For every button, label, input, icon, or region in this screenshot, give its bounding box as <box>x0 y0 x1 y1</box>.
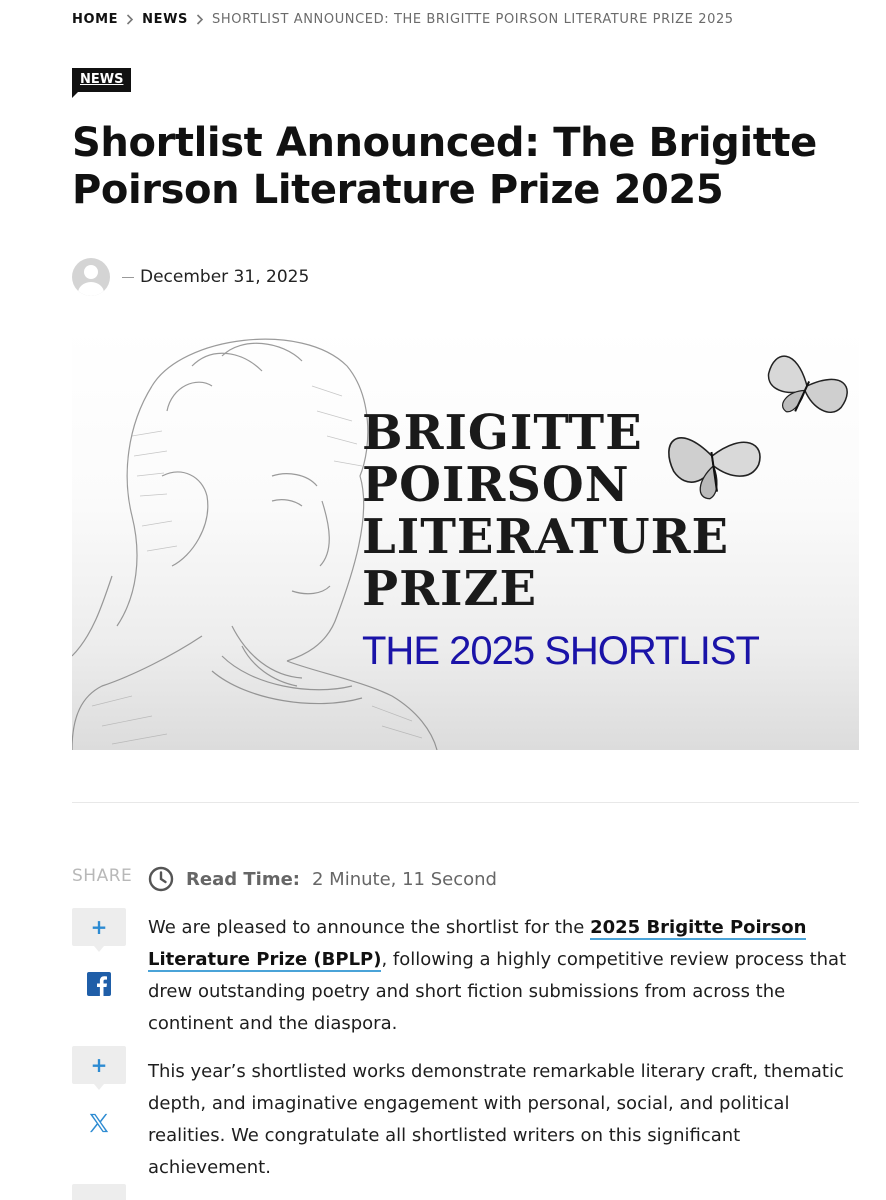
author-avatar[interactable] <box>72 258 110 296</box>
share-more-button[interactable]: + <box>72 1046 126 1090</box>
breadcrumb-home-link[interactable]: HOME <box>72 12 118 27</box>
post-meta: December 31, 2025 <box>72 258 309 296</box>
share-more-button[interactable]: + <box>72 908 126 952</box>
read-time: Read Time: 2 Minute, 11 Second <box>148 866 497 892</box>
article-paragraph: This year’s shortlisted works demonstrat… <box>148 1061 844 1178</box>
hero-title-line-2: POIRSON <box>362 457 630 513</box>
category-badge[interactable]: NEWS <box>72 68 132 98</box>
x-icon[interactable] <box>88 1112 110 1134</box>
share-label: SHARE <box>72 866 133 886</box>
paragraph-text: We are pleased to announce the shortlist… <box>148 917 591 938</box>
read-time-value: 2 Minute, 11 Second <box>311 868 497 890</box>
article-paragraph: We are pleased to announce the shortlist… <box>148 912 853 1040</box>
chevron-right-icon <box>196 14 204 25</box>
breadcrumb: HOME NEWS SHORTLIST ANNOUNCED: THE BRIGI… <box>72 12 734 27</box>
breadcrumb-news-link[interactable]: NEWS <box>142 12 188 27</box>
read-time-label: Read Time: <box>186 868 300 890</box>
divider <box>72 802 859 803</box>
butterfly-icon <box>767 355 848 413</box>
butterfly-icon <box>668 437 761 500</box>
featured-image: BRIGITTE POIRSON LITERATURE PRIZE THE 20… <box>72 326 859 750</box>
hero-subtitle: THE 2025 SHORTLIST <box>362 629 760 673</box>
clock-icon <box>148 866 174 892</box>
share-more-button[interactable] <box>72 1184 126 1200</box>
breadcrumb-current: SHORTLIST ANNOUNCED: THE BRIGITTE POIRSO… <box>212 12 734 27</box>
hero-title-line-3: LITERATURE <box>362 509 729 565</box>
facebook-icon[interactable] <box>87 972 111 996</box>
post-date: December 31, 2025 <box>140 267 310 287</box>
meta-separator <box>122 276 134 278</box>
chevron-right-icon <box>126 14 134 25</box>
post-title: Shortlist Announced: The Brigitte Poirso… <box>72 120 817 213</box>
hero-title-line-1: BRIGITTE <box>362 405 643 461</box>
hero-title-line-4: PRIZE <box>362 561 537 617</box>
